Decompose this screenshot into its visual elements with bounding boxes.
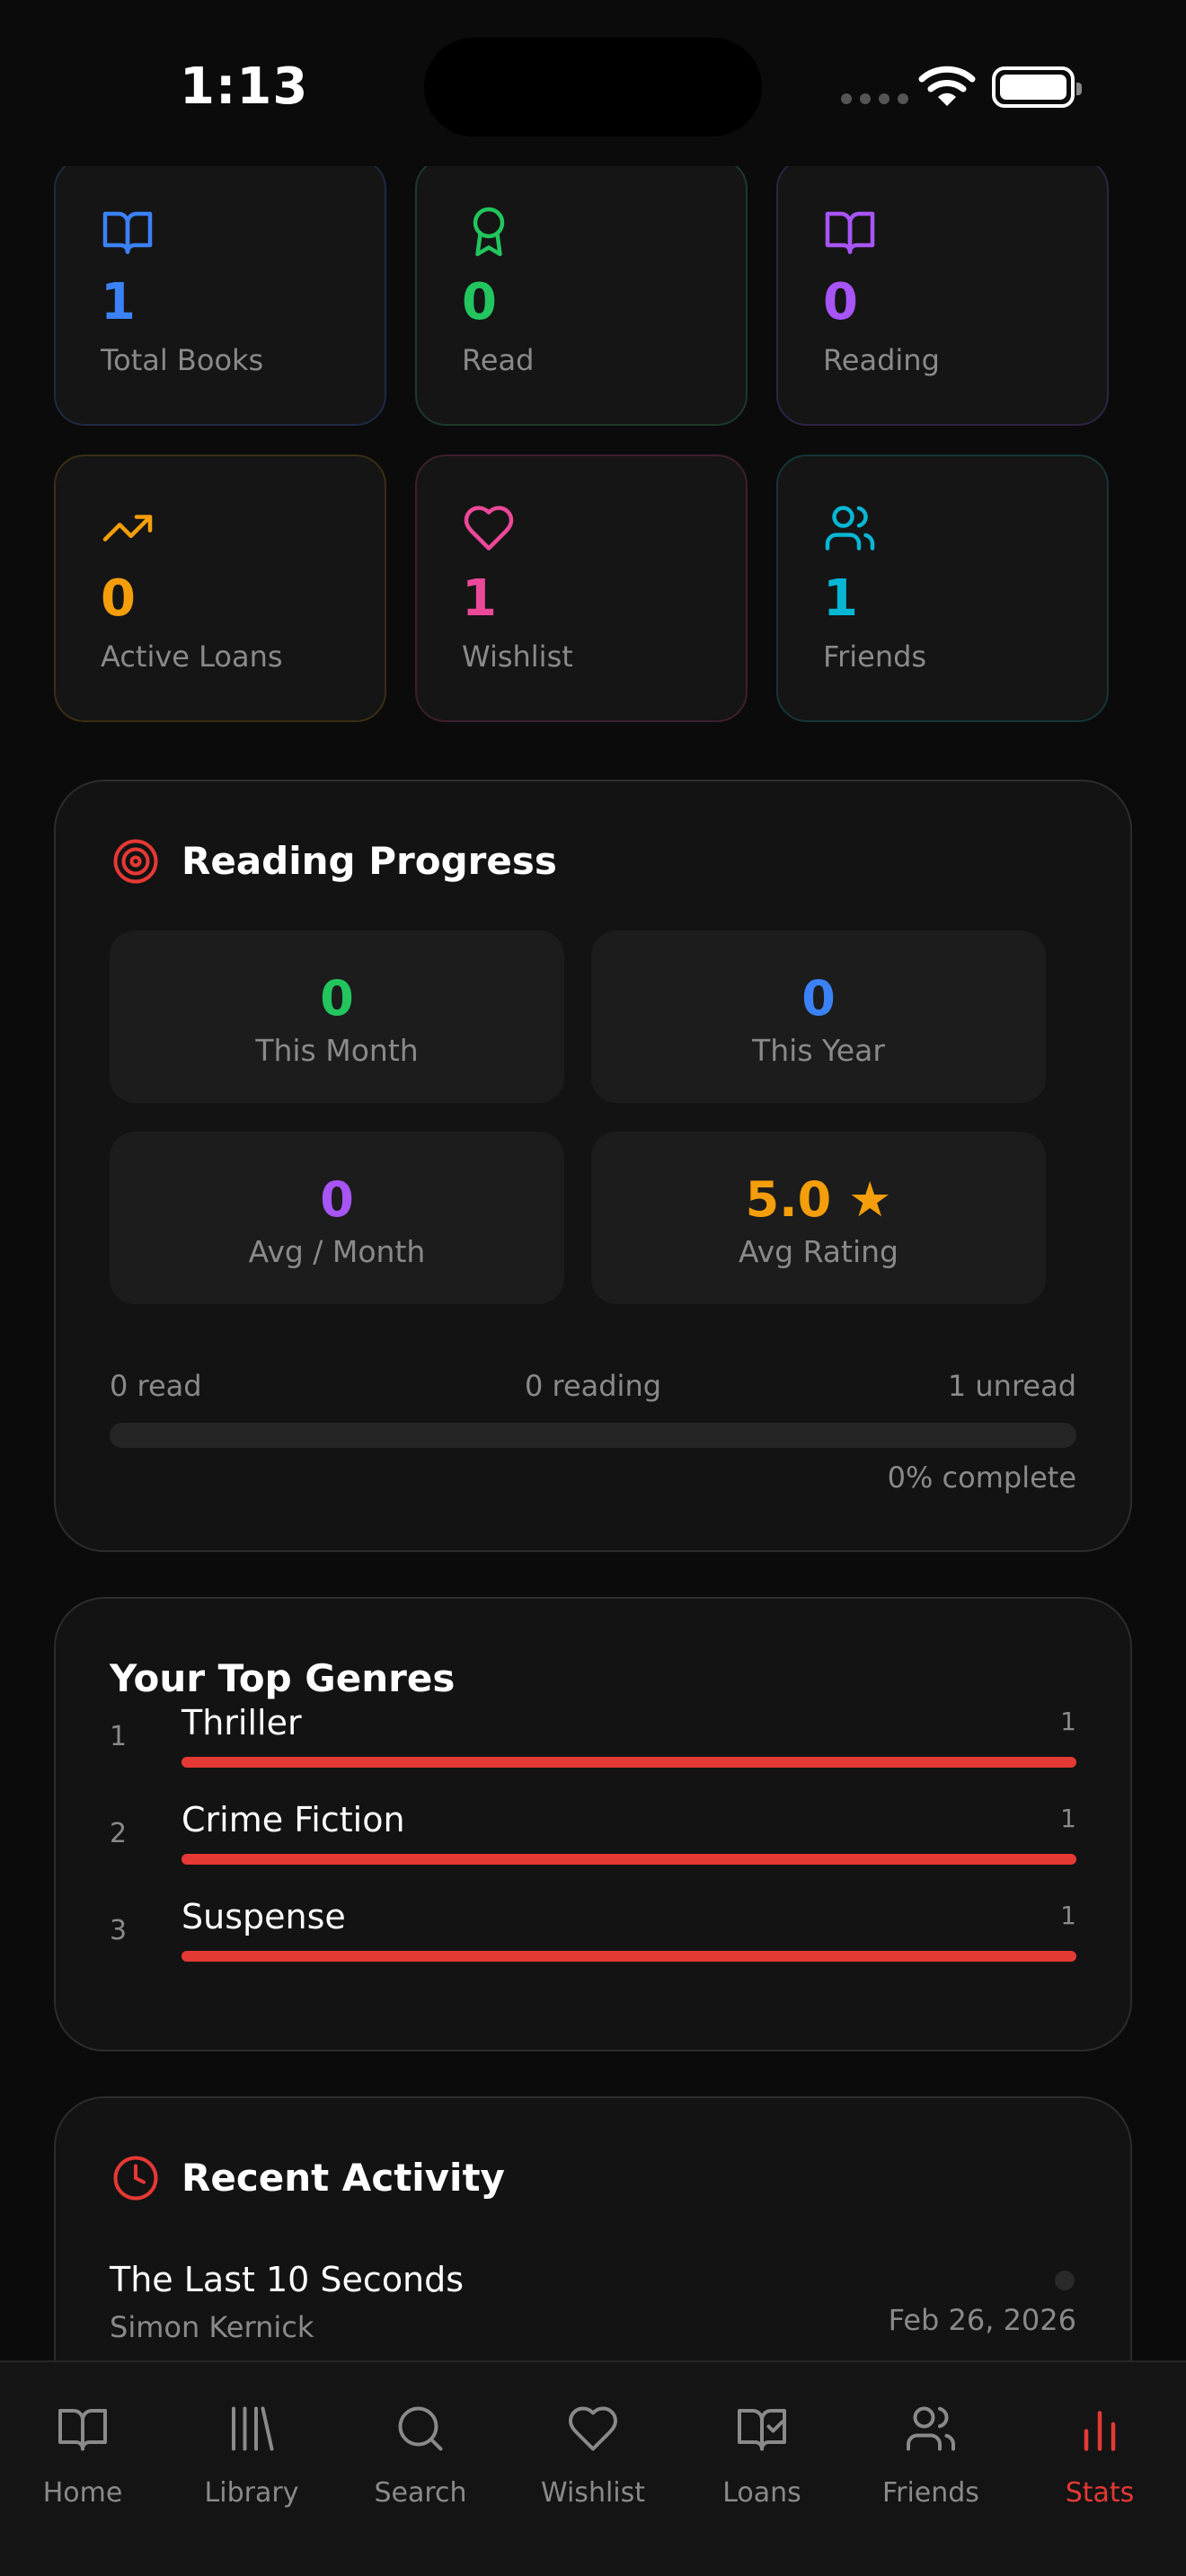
tab-wishlist[interactable]: Wishlist — [509, 2402, 677, 2510]
genre-rank: 2 — [110, 1818, 128, 1849]
activity-book-title: The Last 10 Seconds — [110, 2260, 465, 2299]
stat-value: 0 — [101, 569, 136, 628]
tab-loans[interactable]: Loans — [677, 2402, 846, 2510]
library-icon — [232, 2406, 274, 2451]
search-icon — [398, 2406, 443, 2451]
battery-icon — [992, 66, 1082, 108]
tab-label: Stats — [1065, 2477, 1135, 2509]
avg-month-card: 0 Avg / Month — [110, 1132, 564, 1304]
avg-rating-label: Avg Rating — [738, 1234, 898, 1269]
tab-label: Wishlist — [540, 2477, 646, 2509]
stat-label: Active Loans — [101, 640, 283, 674]
this-year-value: 0 — [801, 970, 836, 1027]
cellular-signal-icon — [841, 93, 908, 104]
tab-friends[interactable]: Friends — [846, 2402, 1015, 2510]
genre-rank: 1 — [110, 1721, 128, 1752]
top-genres-panel: Your Top Genres 1 Thriller 1 2 Crime Fic… — [54, 1597, 1132, 2051]
this-year-label: This Year — [752, 1033, 885, 1068]
this-month-value: 0 — [320, 970, 354, 1027]
clock-icon — [113, 2156, 158, 2201]
stat-label: Friends — [823, 640, 927, 674]
avg-rating-value: 5.0 ★ — [745, 1171, 892, 1228]
users-icon — [825, 506, 875, 551]
this-month-card: 0 This Month — [110, 931, 564, 1103]
genre-bar — [181, 1854, 1076, 1865]
stat-value: 1 — [823, 569, 858, 628]
tab-label: Home — [42, 2477, 123, 2509]
book-open-icon — [58, 2409, 107, 2451]
genre-count: 1 — [1060, 1707, 1076, 1736]
tab-library[interactable]: Library — [167, 2402, 336, 2510]
status-time: 1:13 — [180, 57, 309, 116]
genre-name: Suspense — [181, 1897, 346, 1936]
this-year-card: 0 This Year — [591, 931, 1046, 1103]
progress-complete-label: 0% complete — [887, 1460, 1076, 1495]
reading-progress-bar — [110, 1423, 1076, 1448]
stat-card-total-books[interactable]: 1 Total Books — [54, 158, 386, 426]
book-open-icon — [102, 211, 153, 254]
activity-item[interactable]: The Last 10 Seconds Simon Kernick Feb 26… — [56, 2260, 1130, 2368]
award-icon — [473, 207, 505, 257]
stat-card-wishlist[interactable]: 1 Wishlist — [415, 454, 748, 722]
stat-label: Total Books — [101, 343, 264, 377]
top-genres-title: Your Top Genres — [110, 1656, 456, 1700]
stat-value: 0 — [462, 273, 497, 331]
stat-card-read[interactable]: 0 Read — [415, 158, 748, 426]
genre-bar — [181, 1757, 1076, 1768]
avg-month-value: 0 — [320, 1171, 354, 1228]
this-month-label: This Month — [255, 1033, 419, 1068]
stat-value: 1 — [462, 569, 497, 628]
tab-label: Friends — [882, 2477, 979, 2509]
activity-book-author: Simon Kernick — [110, 2310, 314, 2344]
book-check-icon — [738, 2409, 786, 2451]
bar-chart-icon — [1084, 2411, 1116, 2451]
tab-label: Loans — [722, 2477, 801, 2509]
tab-home[interactable]: Home — [0, 2402, 167, 2510]
genre-name: Crime Fiction — [181, 1800, 405, 1839]
stat-label: Reading — [823, 343, 940, 377]
avg-month-label: Avg / Month — [248, 1234, 426, 1269]
activity-status-dot — [1055, 2271, 1075, 2290]
users-icon — [907, 2406, 955, 2451]
trending-up-icon — [102, 515, 153, 542]
stat-value: 0 — [823, 273, 858, 331]
genre-bar-fill — [181, 1757, 1076, 1768]
stat-label: Wishlist — [462, 640, 573, 674]
reading-progress-title: Reading Progress — [181, 839, 557, 883]
genre-bar — [181, 1951, 1076, 1962]
target-icon — [113, 839, 158, 884]
book-open-icon — [825, 211, 875, 254]
genre-bar-fill — [181, 1854, 1076, 1865]
genre-name: Thriller — [181, 1703, 302, 1742]
activity-date: Feb 26, 2026 — [888, 2303, 1076, 2337]
stat-card-active-loans[interactable]: 0 Active Loans — [54, 454, 386, 722]
heart-icon — [464, 506, 514, 551]
avg-rating-card: 5.0 ★ Avg Rating — [591, 1132, 1046, 1304]
stat-card-friends[interactable]: 1 Friends — [776, 454, 1109, 722]
reading-progress-panel: Reading Progress 0 This Month 0 This Yea… — [54, 780, 1132, 1552]
stat-label: Read — [462, 343, 535, 377]
tab-search[interactable]: Search — [336, 2402, 505, 2510]
bottom-tab-bar: Home Library Search Wishlist Loans Frien… — [0, 2360, 1186, 2576]
genre-count: 1 — [1060, 1901, 1076, 1930]
genre-bar-fill — [181, 1951, 1076, 1962]
genre-rank: 3 — [110, 1915, 128, 1946]
status-bar: 1:13 — [0, 0, 1186, 166]
recent-activity-title: Recent Activity — [181, 2156, 505, 2200]
genre-count: 1 — [1060, 1804, 1076, 1833]
heart-icon — [569, 2406, 617, 2451]
unread-count-label: 1 unread — [947, 1369, 1076, 1403]
wifi-icon — [918, 66, 976, 106]
tab-label: Search — [374, 2477, 467, 2509]
dynamic-island — [424, 38, 762, 137]
tab-label: Library — [204, 2477, 299, 2509]
tab-stats[interactable]: Stats — [1015, 2402, 1184, 2510]
stat-value: 1 — [101, 273, 136, 331]
stat-card-reading[interactable]: 0 Reading — [776, 158, 1109, 426]
